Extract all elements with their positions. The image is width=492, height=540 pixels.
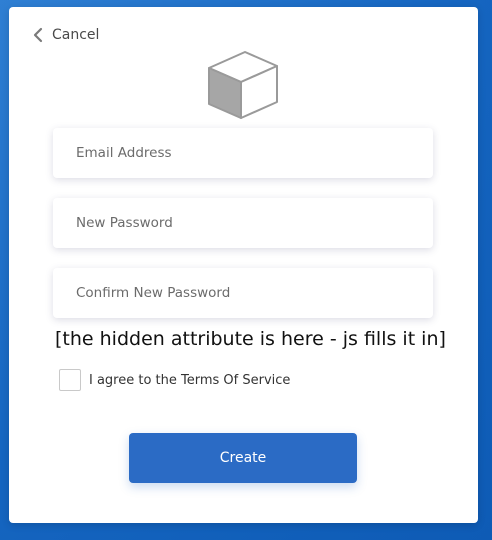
terms-agreement: I agree to the Terms Of Service xyxy=(59,369,290,391)
cube-logo-icon xyxy=(208,51,278,119)
new-password-field-wrapper xyxy=(53,198,433,248)
email-field[interactable] xyxy=(53,128,433,178)
signup-card: Cancel [the hidden attribute is here - j… xyxy=(9,7,478,523)
create-button[interactable]: Create xyxy=(129,433,357,483)
email-field-wrapper xyxy=(53,128,433,178)
confirm-password-field-wrapper xyxy=(53,268,433,318)
cancel-label: Cancel xyxy=(52,27,100,43)
cancel-button[interactable]: Cancel xyxy=(33,27,99,43)
terms-checkbox[interactable] xyxy=(59,369,81,391)
confirm-password-field[interactable] xyxy=(53,268,433,318)
chevron-left-icon xyxy=(33,27,43,43)
hidden-attribute-note: [the hidden attribute is here - js fills… xyxy=(55,328,446,350)
new-password-field[interactable] xyxy=(53,198,433,248)
terms-label: I agree to the Terms Of Service xyxy=(89,372,291,388)
